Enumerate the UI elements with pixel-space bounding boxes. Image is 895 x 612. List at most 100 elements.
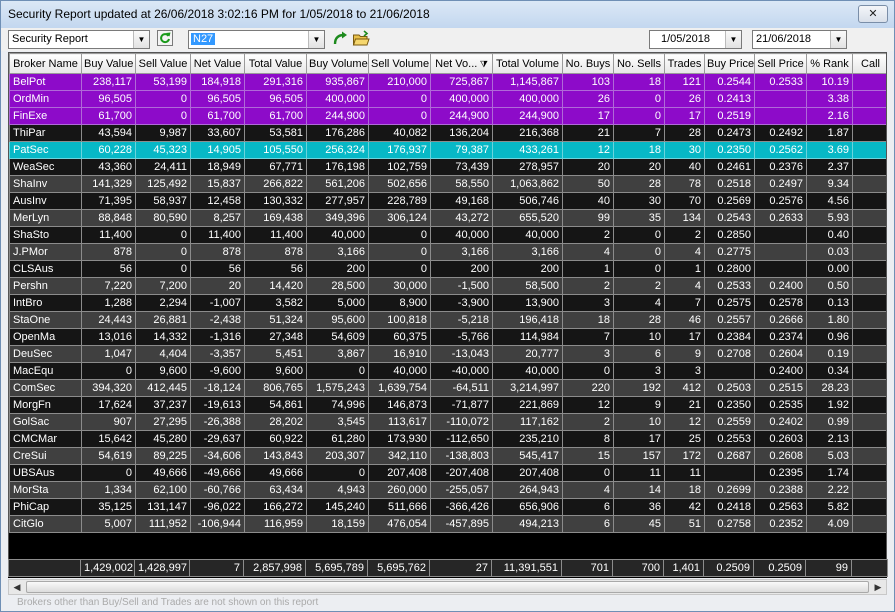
cell-rank: 1.92 (806, 396, 853, 414)
report-type-select[interactable]: Security Report ▼ (8, 30, 150, 49)
cell-no-sells: 157 (613, 447, 665, 465)
table-row[interactable]: ThiPar 43,594 9,987 33,607 53,581 176,286 40,0… (9, 124, 886, 142)
column-header-net-vo[interactable]: Net Vo... ⧩ (430, 53, 493, 74)
go-arrow-icon[interactable] (330, 30, 349, 49)
column-header-net-value[interactable]: Net Value (190, 53, 245, 74)
cell-total-volume: 506,746 (492, 192, 563, 210)
cell-sell-volume: 1,639,754 (368, 379, 431, 397)
security-code-select[interactable]: N27 ▼ (188, 30, 325, 49)
column-header-buy-price[interactable]: Buy Price (704, 53, 755, 74)
table-row[interactable]: MacEqu 0 9,600 -9,600 9,600 0 40,000 -40,000 40,… (9, 362, 886, 380)
date-from-picker[interactable]: 1/05/2018 ▼ (649, 30, 742, 49)
table-row[interactable]: J.PMor 878 0 878 878 3,166 0 3,166 3,166 4 0 4 0.277… (9, 243, 886, 261)
table-row[interactable]: PatSec 60,228 45,323 14,905 105,550 256,324 17… (9, 141, 886, 159)
table-row[interactable]: MorgFn 17,624 37,237 -19,613 54,861 74,996 146… (9, 396, 886, 414)
table-row[interactable]: MerLyn 88,848 80,590 8,257 169,438 349,396 306… (9, 209, 886, 227)
column-header-no-buys[interactable]: No. Buys (562, 53, 614, 74)
cell-rank: 1.80 (806, 311, 853, 329)
cell-net-vo: 136,204 (430, 124, 493, 142)
cell-sell-volume: 30,000 (368, 277, 431, 295)
column-header-sell-price[interactable]: Sell Price (754, 53, 807, 74)
chevron-down-icon[interactable]: ▼ (133, 31, 149, 48)
broker-name-cell: WeaSec (9, 158, 82, 176)
date-from-value: 1/05/2018 (661, 33, 710, 45)
table-row[interactable]: CreSui 54,619 89,225 -34,606 143,843 203,307 3… (9, 447, 886, 465)
table-row[interactable]: UBSAus 0 49,666 -49,666 49,666 0 207,408 -207,4… (9, 464, 886, 482)
table-row[interactable]: IntBro 1,288 2,294 -1,007 3,582 5,000 8,900 -3,… (9, 294, 886, 312)
table-row[interactable]: CitGlo 5,007 111,952 -106,944 116,959 18,159 4… (9, 515, 886, 533)
sort-filter-icon[interactable]: ⧩ (477, 59, 488, 69)
cell-sell-price: 0.2563 (754, 498, 807, 516)
column-header-no-sells[interactable]: No. Sells (613, 53, 665, 74)
column-header-total-value[interactable]: Total Value (244, 53, 307, 74)
cell-net-vo: -5,218 (430, 311, 493, 329)
cell-total-volume: 235,210 (492, 430, 563, 448)
cell-net-vo: -457,895 (430, 515, 493, 533)
cell-no-sells: 2 (613, 277, 665, 295)
table-row[interactable]: Pershn 7,220 7,200 20 14,420 28,500 30,000 -1,5… (9, 277, 886, 295)
chevron-down-icon[interactable]: ▼ (308, 31, 324, 48)
cell-sell-value: 80,590 (135, 209, 191, 227)
scroll-thumb[interactable] (26, 581, 869, 593)
column-header-sell-volume[interactable]: Sell Volume (368, 53, 431, 74)
cell-sell-price: 0.2497 (754, 175, 807, 193)
column-header-total-volume[interactable]: Total Volume (492, 53, 563, 74)
table-row[interactable]: StaOne 24,443 26,881 -2,438 51,324 95,600 100,… (9, 311, 886, 329)
table-row[interactable]: BelPot 238,117 53,199 184,918 291,316 935,867… (9, 73, 886, 91)
cell-trades: 18 (664, 481, 705, 499)
cell-total-volume: 3,214,997 (492, 379, 563, 397)
cell-buy-price: 0.2758 (704, 515, 755, 533)
chevron-down-icon[interactable]: ▼ (725, 31, 741, 48)
open-folder-icon[interactable] (351, 30, 370, 49)
table-row[interactable]: MorSta 1,334 62,100 -60,766 63,434 4,943 260,0… (9, 481, 886, 499)
cell-call (852, 430, 886, 448)
column-header-rank[interactable]: % Rank (806, 53, 853, 74)
horizontal-scrollbar[interactable]: ◀ ▶ (8, 579, 887, 595)
table-row[interactable]: OrdMin 96,505 0 96,505 96,505 400,000 0 400,000… (9, 90, 886, 108)
column-header-broker-name[interactable]: Broker Name (9, 53, 82, 74)
cell-trades: 7 (664, 294, 705, 312)
title-bar[interactable]: Security Report updated at 26/06/2018 3:… (1, 1, 894, 28)
table-row[interactable]: DeuSec 1,047 4,404 -3,357 5,451 3,867 16,910 -1… (9, 345, 886, 363)
table-row[interactable]: ComSec 394,320 412,445 -18,124 806,765 1,575,… (9, 379, 886, 397)
cell-total-value: 143,843 (244, 447, 307, 465)
cell-buy-value: 11,400 (81, 226, 136, 244)
cell-buy-volume: 400,000 (306, 90, 369, 108)
table-row[interactable]: OpenMa 13,016 14,332 -1,316 27,348 54,609 60,3… (9, 328, 886, 346)
scroll-left-icon[interactable]: ◀ (9, 580, 25, 594)
column-header-buy-value[interactable]: Buy Value (81, 53, 136, 74)
cell-net-vo: -5,766 (430, 328, 493, 346)
table-row[interactable]: FinExe 61,700 0 61,700 61,700 244,900 0 244,900… (9, 107, 886, 125)
cell-sell-value: 58,937 (135, 192, 191, 210)
scroll-right-icon[interactable]: ▶ (870, 580, 886, 594)
broker-grid[interactable]: Broker Name Buy Value Sell Value Net Value T… (8, 52, 887, 578)
cell-net-vo: 58,550 (430, 175, 493, 193)
cell-no-buys: 2 (562, 226, 614, 244)
column-header-sell-value[interactable]: Sell Value (135, 53, 191, 74)
table-row[interactable]: WeaSec 43,360 24,411 18,949 67,771 176,198 102… (9, 158, 886, 176)
table-row[interactable]: ShaInv 141,329 125,492 15,837 266,822 561,206… (9, 175, 886, 193)
close-button[interactable]: ✕ (858, 5, 888, 23)
total-call (851, 559, 888, 577)
column-header-trades[interactable]: Trades (664, 53, 705, 74)
table-row[interactable]: CMCMar 15,642 45,280 -29,637 60,922 61,280 173… (9, 430, 886, 448)
table-row[interactable]: GolSac 907 27,295 -26,388 28,202 3,545 113,617… (9, 413, 886, 431)
table-row[interactable]: ShaSto 11,400 0 11,400 11,400 40,000 0 40,000 40… (9, 226, 886, 244)
refresh-icon[interactable] (155, 30, 174, 49)
table-row[interactable]: AusInv 71,395 58,937 12,458 130,332 277,957 22… (9, 192, 886, 210)
column-header-buy-volume[interactable]: Buy Volume (306, 53, 369, 74)
cell-net-value: 14,905 (190, 141, 245, 159)
broker-name-cell: BelPot (9, 73, 82, 91)
toolbar: Security Report ▼ N27 ▼ 1/05/2018 ▼ 21/0… (1, 28, 894, 51)
broker-name-cell: Pershn (9, 277, 82, 295)
chevron-down-icon[interactable]: ▼ (830, 31, 846, 48)
date-to-picker[interactable]: 21/06/2018 ▼ (752, 30, 847, 49)
cell-no-sells: 20 (613, 158, 665, 176)
table-row[interactable]: CLSAus 56 0 56 56 200 0 200 200 1 0 1 0.2800 0.00 (9, 260, 886, 278)
report-type-value: Security Report (12, 33, 88, 45)
cell-no-sells: 0 (613, 107, 665, 125)
cell-sell-value: 131,147 (135, 498, 191, 516)
table-row[interactable]: PhiCap 35,125 131,147 -96,022 166,272 145,240… (9, 498, 886, 516)
cell-net-value: 61,700 (190, 107, 245, 125)
column-header-call[interactable]: Call (852, 53, 886, 74)
